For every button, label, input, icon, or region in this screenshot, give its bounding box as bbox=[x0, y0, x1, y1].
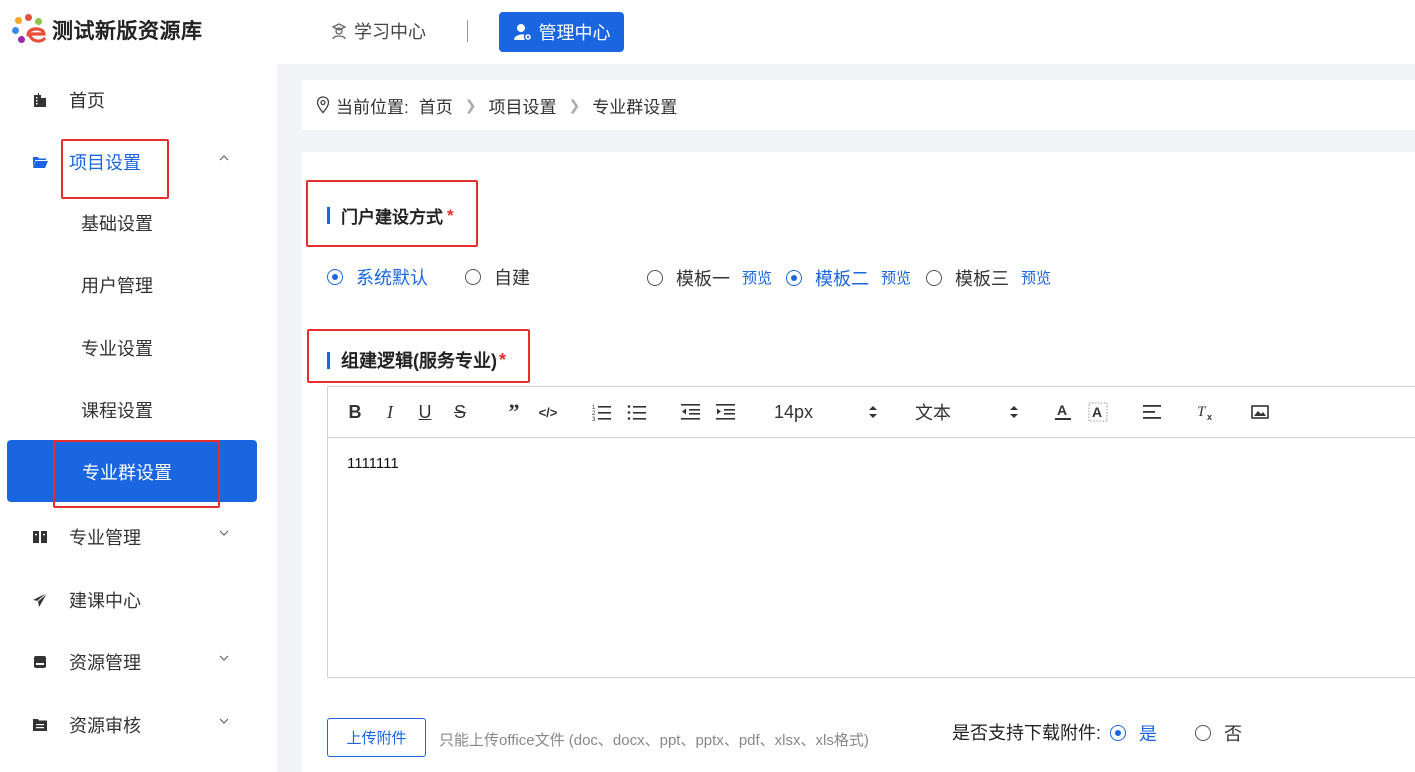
sidebar-item-resource-management[interactable]: 资源管理 bbox=[0, 640, 277, 684]
editor-content[interactable]: 1111111 bbox=[347, 455, 399, 472]
font-size-select[interactable]: 14px bbox=[774, 400, 884, 424]
preview-template-3-link[interactable]: 预览 bbox=[1021, 267, 1051, 288]
ordered-list-icon[interactable]: 123 bbox=[590, 400, 614, 424]
user-hat-icon bbox=[331, 23, 347, 40]
chevron-up-icon bbox=[219, 155, 229, 161]
logo-icon bbox=[12, 14, 50, 46]
radio-download-no[interactable]: 否 bbox=[1195, 720, 1242, 746]
chevron-right-icon: ❯ bbox=[464, 96, 477, 113]
sidebar-item-label: 资源管理 bbox=[69, 653, 141, 673]
sidebar-subitem-user-management[interactable]: 用户管理 bbox=[0, 261, 277, 305]
chevron-down-icon bbox=[219, 655, 229, 661]
sidebar-item-label: 资源审核 bbox=[69, 716, 141, 736]
sidebar-subitem-label: 专业群设置 bbox=[82, 463, 172, 483]
sidebar-item-home[interactable]: 首页 bbox=[0, 78, 277, 122]
sidebar-item-resource-review[interactable]: 资源审核 bbox=[0, 703, 277, 747]
underline-icon[interactable]: U bbox=[413, 400, 437, 424]
preview-template-1-link[interactable]: 预览 bbox=[742, 267, 772, 288]
block-type-select[interactable]: 文本 bbox=[915, 400, 1025, 424]
building-icon bbox=[32, 92, 48, 108]
bullet-list-icon[interactable] bbox=[625, 400, 649, 424]
image-icon[interactable] bbox=[1248, 400, 1272, 424]
code-icon[interactable]: </> bbox=[536, 400, 560, 424]
breadcrumb-link-home[interactable]: 首页 bbox=[419, 93, 453, 118]
sidebar-item-label: 项目设置 bbox=[69, 153, 141, 173]
folder-open-icon bbox=[32, 154, 48, 170]
sidebar-subitem-basic-settings[interactable]: 基础设置 bbox=[0, 199, 277, 243]
chevron-right-icon: ❯ bbox=[568, 96, 581, 113]
sidebar-item-course-building[interactable]: 建课中心 bbox=[0, 578, 277, 622]
nav-management-center[interactable]: 管理中心 bbox=[499, 12, 624, 52]
chevron-down-icon bbox=[219, 718, 229, 724]
app-logo[interactable]: 测试新版资源库 bbox=[12, 14, 203, 46]
svg-text:A: A bbox=[1092, 404, 1102, 420]
user-gear-icon bbox=[513, 24, 532, 42]
nav-learning-center-label: 学习中心 bbox=[354, 22, 426, 42]
breadcrumb: 当前位置: 首页 ❯ 项目设置 ❯ 专业群设置 bbox=[302, 80, 1415, 130]
section-title-logic: 组建逻辑(服务专业) * bbox=[327, 347, 506, 373]
rich-text-editor: B I U S ” </> 123 14px 文本 A A T x 111111… bbox=[327, 386, 1415, 678]
svg-text:x: x bbox=[1207, 412, 1212, 422]
sidebar-subitem-major-settings[interactable]: 专业设置 bbox=[0, 324, 277, 368]
italic-icon[interactable]: I bbox=[378, 400, 402, 424]
paper-plane-icon bbox=[32, 592, 48, 608]
font-color-icon[interactable]: A bbox=[1051, 400, 1075, 424]
font-size-value: 14px bbox=[774, 401, 814, 422]
radio-download-yes[interactable]: 是 bbox=[1110, 720, 1157, 746]
sidebar-subitem-label: 专业设置 bbox=[81, 339, 153, 359]
breadcrumb-prefix: 当前位置: bbox=[336, 97, 409, 117]
up-down-arrow-icon bbox=[869, 406, 877, 418]
radio-self-built[interactable]: 自建 bbox=[465, 264, 530, 290]
download-support-label: 是否支持下载附件: bbox=[952, 723, 1102, 743]
sidebar-item-label: 专业管理 bbox=[69, 528, 141, 548]
sidebar-item-project-settings[interactable]: 项目设置 bbox=[0, 140, 277, 184]
breadcrumb-current: 专业群设置 bbox=[592, 97, 678, 117]
required-mark: * bbox=[447, 205, 454, 225]
svg-text:T: T bbox=[1197, 404, 1207, 420]
sidebar-subitem-course-settings[interactable]: 课程设置 bbox=[0, 386, 277, 430]
breadcrumb-link-project-settings[interactable]: 项目设置 bbox=[488, 93, 556, 118]
location-pin-icon bbox=[316, 96, 330, 114]
sidebar-item-major-management[interactable]: 专业管理 bbox=[0, 515, 277, 559]
blockquote-icon[interactable]: ” bbox=[502, 399, 526, 424]
book-icon bbox=[32, 529, 48, 545]
chevron-down-icon bbox=[219, 530, 229, 536]
preview-template-2-link[interactable]: 预览 bbox=[881, 267, 911, 288]
required-mark: * bbox=[499, 349, 507, 370]
sidebar-item-label: 建课中心 bbox=[69, 591, 141, 611]
app-title: 测试新版资源库 bbox=[52, 20, 203, 43]
radio-template-3[interactable]: 模板三 bbox=[926, 265, 1009, 291]
sidebar-subitem-label: 课程设置 bbox=[81, 401, 153, 421]
upload-hint: 只能上传office文件 (doc、docx、ppt、pptx、pdf、xlsx… bbox=[439, 732, 869, 749]
drive-icon bbox=[32, 654, 48, 670]
strikethrough-icon[interactable]: S bbox=[448, 400, 472, 424]
radio-template-2[interactable]: 模板二 bbox=[786, 265, 869, 291]
indent-icon[interactable] bbox=[714, 400, 738, 424]
section-title-portal: 门户建设方式 * bbox=[327, 203, 454, 228]
align-icon[interactable] bbox=[1140, 400, 1164, 424]
nav-divider bbox=[467, 20, 468, 42]
bold-icon[interactable]: B bbox=[343, 400, 367, 424]
file-list-icon bbox=[32, 717, 48, 733]
nav-management-center-label: 管理中心 bbox=[538, 23, 611, 43]
outdent-icon[interactable] bbox=[679, 400, 703, 424]
top-header: 测试新版资源库 学习中心 管理中心 bbox=[0, 0, 1415, 64]
radio-template-1[interactable]: 模板一 bbox=[647, 265, 730, 291]
editor-toolbar: B I U S ” </> 123 14px 文本 A A T x bbox=[328, 387, 1415, 438]
radio-system-default[interactable]: 系统默认 bbox=[327, 264, 428, 290]
block-type-value: 文本 bbox=[915, 403, 951, 423]
svg-text:3: 3 bbox=[592, 417, 596, 421]
upload-attachment-button[interactable]: 上传附件 bbox=[327, 718, 426, 757]
background-color-icon[interactable]: A bbox=[1086, 400, 1110, 424]
up-down-arrow-icon bbox=[1010, 406, 1018, 418]
nav-learning-center[interactable]: 学习中心 bbox=[330, 16, 426, 46]
sidebar-subitem-label: 基础设置 bbox=[81, 214, 153, 234]
sidebar-subitem-label: 用户管理 bbox=[81, 276, 153, 296]
clear-format-icon[interactable]: Tx bbox=[1194, 400, 1218, 424]
sidebar-item-label: 首页 bbox=[69, 91, 105, 111]
svg-text:A: A bbox=[1057, 402, 1067, 418]
sidebar-subitem-major-group-settings[interactable]: 专业群设置 bbox=[7, 440, 257, 502]
